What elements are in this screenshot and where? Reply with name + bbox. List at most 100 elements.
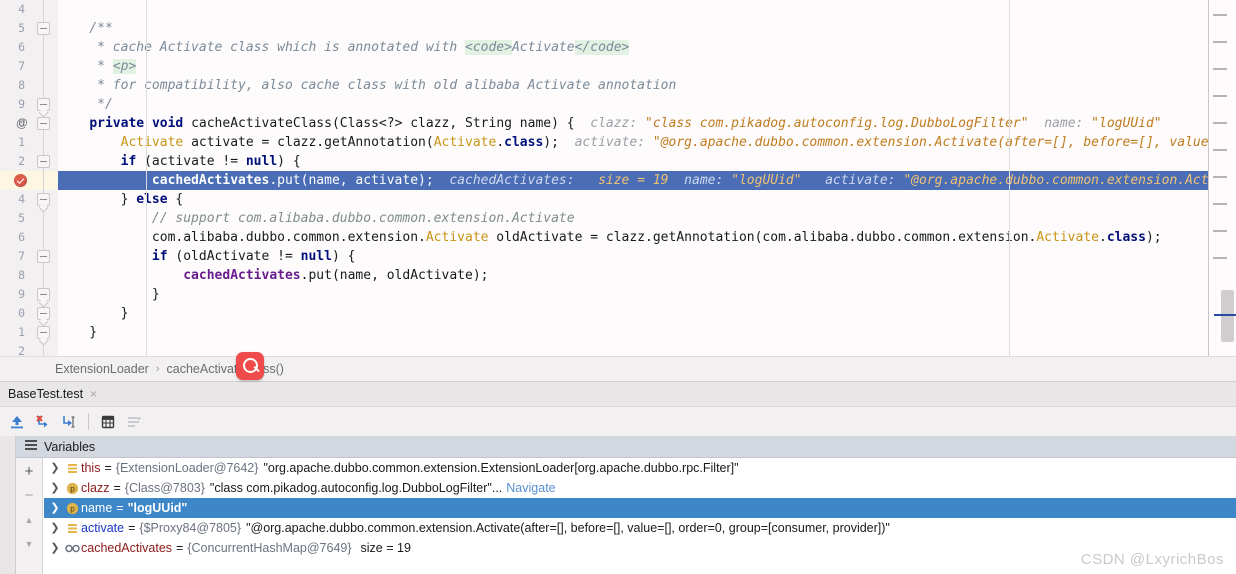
code-fold-toggle-icon[interactable] [37, 155, 50, 168]
variables-list[interactable]: ❯ this = {ExtensionLoader@7642} "org.apache.… [44, 458, 1236, 574]
code-line[interactable]: * <p> [58, 57, 1236, 76]
variables-side-buttons[interactable]: + − ▲ ▼ [16, 458, 43, 574]
variable-row-selected[interactable]: ❯ p name = "logUUid" [44, 498, 1236, 518]
editor-scrollbar[interactable] [1209, 0, 1236, 356]
debug-session-tab[interactable]: BaseTest.test × [0, 381, 107, 407]
code-line[interactable]: private void cacheActivateClass(Class<?>… [58, 114, 1236, 133]
add-watch-button[interactable]: + [18, 461, 40, 482]
debug-toolbar[interactable] [0, 406, 1236, 436]
navigate-link[interactable]: Navigate [506, 478, 555, 498]
variable-row[interactable]: ❯ this = {ExtensionLoader@7642} "org.apache.… [44, 458, 1236, 478]
breadcrumb-item-method[interactable]: cacheActivateClass() [167, 362, 284, 376]
variable-reference: {ExtensionLoader@7642} [115, 461, 259, 475]
code-token: clazz: [574, 116, 638, 131]
code-token: { [167, 192, 184, 207]
settings-lines-icon[interactable] [121, 409, 147, 435]
close-icon[interactable]: × [90, 387, 97, 401]
variables-menu-icon[interactable] [25, 439, 37, 454]
code-line[interactable]: */ [58, 95, 1236, 114]
gutter-line[interactable]: 1 [0, 133, 58, 152]
code-line[interactable]: * for compatibility, also cache class wi… [58, 76, 1236, 95]
gutter-line[interactable]: 4 [0, 0, 58, 19]
gutter-line[interactable]: 5 [0, 209, 58, 228]
code-line[interactable]: /** [58, 19, 1236, 38]
variable-row[interactable]: ❯ cachedActivates = {ConcurrentHashMap@7649… [44, 538, 1236, 558]
variable-row[interactable]: ❯ p clazz = {Class@7803} "class com.pikadog.a… [44, 478, 1236, 498]
code-editor[interactable]: 4567890@123456789012 /** * cache Activat… [0, 0, 1236, 356]
code-line-current[interactable]: cachedActivates.put(name, activate); cac… [58, 171, 1236, 190]
code-line[interactable]: } [58, 304, 1236, 323]
step-into-icon[interactable] [56, 409, 82, 435]
code-line[interactable]: } else { [58, 190, 1236, 209]
breakpoint-icon[interactable] [14, 174, 27, 187]
code-token: com.alibaba.dubbo.common.extension. [58, 230, 426, 245]
gutter-line[interactable]: 7 [0, 57, 58, 76]
code-line[interactable]: // support com.alibaba.dubbo.common.exte… [58, 209, 1236, 228]
editor-gutter[interactable]: 4567890@123456789012 [0, 0, 58, 356]
variable-reference: {Class@7803} [124, 481, 205, 495]
move-up-button[interactable]: ▲ [18, 509, 40, 530]
gutter-line[interactable]: 6 [0, 228, 58, 247]
code-fold-toggle-icon[interactable] [37, 288, 50, 301]
code-token: name: [1028, 116, 1084, 131]
code-token: cachedActivates: [433, 173, 575, 188]
code-fold-toggle-icon[interactable] [37, 193, 50, 206]
code-fold-toggle-icon[interactable] [37, 117, 50, 130]
gutter-line[interactable]: 8 [0, 266, 58, 285]
chevron-right-icon[interactable]: ❯ [47, 458, 63, 478]
chevron-right-icon[interactable]: ❯ [47, 538, 63, 558]
code-token: oldActivate = clazz.getAnnotation(com.al… [488, 230, 1037, 245]
code-token: "logUUid" [723, 173, 802, 188]
chevron-right-icon[interactable]: ❯ [47, 478, 63, 498]
variables-header[interactable]: Variables [16, 436, 1236, 458]
annotation-marker-icon[interactable]: @ [14, 114, 30, 133]
code-fold-toggle-icon[interactable] [37, 98, 50, 111]
code-fold-toggle-icon[interactable] [37, 307, 50, 320]
gutter-line[interactable]: 6 [0, 38, 58, 57]
step-out-icon[interactable] [4, 409, 30, 435]
code-token: class [1106, 230, 1146, 245]
variable-row[interactable]: ❯ activate = {$Proxy84@7805} "@org.apache.du… [44, 518, 1236, 538]
move-down-button[interactable]: ▼ [18, 533, 40, 554]
vertical-scroll-thumb[interactable] [1221, 290, 1234, 342]
debug-tab-bar[interactable]: BaseTest.test × [0, 381, 1236, 407]
chevron-right-icon[interactable]: ❯ [47, 518, 63, 538]
variable-value: "logUUid" [127, 501, 188, 515]
force-step-into-icon[interactable] [30, 409, 56, 435]
code-text-area[interactable]: /** * cache Activate class which is anno… [58, 0, 1236, 356]
left-tool-strip[interactable] [0, 436, 16, 574]
code-line[interactable]: Activate activate = clazz.getAnnotation(… [58, 133, 1236, 152]
code-line[interactable]: } [58, 323, 1236, 342]
evaluate-expression-icon[interactable] [95, 409, 121, 435]
code-line[interactable]: if (activate != null) { [58, 152, 1236, 171]
code-token: (oldActivate != [167, 249, 301, 264]
code-token: } [58, 306, 129, 321]
gutter-line[interactable]: 8 [0, 76, 58, 95]
gutter-line[interactable]: 3 [0, 171, 58, 190]
code-line[interactable]: if (oldActivate != null) { [58, 247, 1236, 266]
chevron-right-icon[interactable]: ❯ [47, 498, 63, 518]
code-token: cachedActivates [151, 173, 270, 188]
code-line[interactable] [58, 0, 1236, 19]
gutter-line[interactable]: 2 [0, 342, 58, 356]
code-token: Activate [1036, 230, 1099, 245]
remove-watch-button[interactable]: − [18, 485, 40, 506]
code-fold-toggle-icon[interactable] [37, 250, 50, 263]
code-fold-toggle-icon[interactable] [37, 326, 50, 339]
code-token: cachedActivates [183, 268, 301, 283]
search-cursor-icon[interactable] [236, 352, 264, 380]
code-line[interactable]: * cache Activate class which is annotate… [58, 38, 1236, 57]
code-line[interactable]: com.alibaba.dubbo.common.extension. Activ… [58, 228, 1236, 247]
breadcrumb-item-class[interactable]: ExtensionLoader [55, 362, 149, 376]
code-fold-toggle-icon[interactable] [37, 22, 50, 35]
code-line[interactable]: } [58, 285, 1236, 304]
line-number: 8 [18, 78, 25, 92]
code-token: // support com.alibaba.dubbo.common.exte… [58, 211, 575, 226]
breadcrumb[interactable]: ExtensionLoader › cacheActivateClass() [0, 356, 1236, 381]
code-token: Activate [120, 135, 184, 150]
code-token: (activate != [136, 154, 246, 169]
code-line[interactable] [58, 342, 1236, 356]
code-line[interactable]: cachedActivates.put(name, oldActivate); [58, 266, 1236, 285]
